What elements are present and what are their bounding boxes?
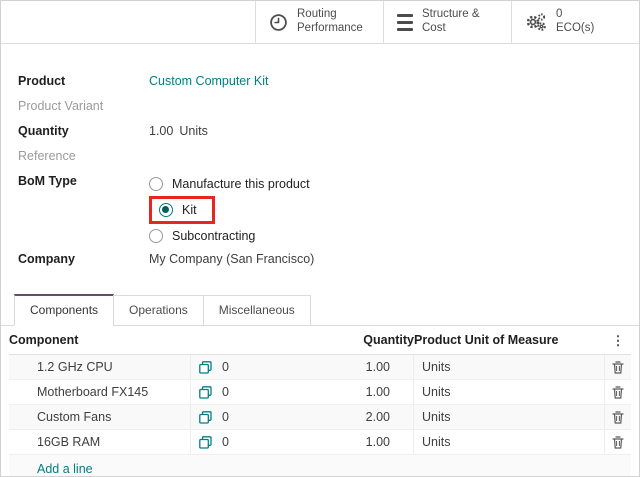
trash-icon[interactable] [612, 361, 624, 374]
component-name[interactable]: 16GB RAM [9, 430, 191, 454]
radio-selected-icon[interactable] [159, 203, 173, 217]
component-quantity[interactable]: 1.00 [241, 430, 414, 454]
variant-count: 0 [222, 360, 229, 374]
variant-count: 0 [222, 435, 229, 449]
product-field-row: Product Custom Computer Kit [18, 74, 623, 89]
component-name[interactable]: 1.2 GHz CPU [9, 355, 191, 379]
company-value[interactable]: My Company (San Francisco) [149, 252, 314, 266]
structure-cost-label: Structure & Cost [422, 8, 480, 35]
radio-option-kit[interactable]: Kit [159, 201, 197, 219]
tab-bar: Components Operations Miscellaneous [1, 294, 639, 326]
gears-icon [525, 12, 547, 32]
eco-button[interactable]: 0 ECO(s) [511, 1, 639, 43]
tab-miscellaneous[interactable]: Miscellaneous [203, 295, 311, 326]
add-a-line-link[interactable]: Add a line [37, 462, 93, 476]
copy-icon[interactable] [199, 411, 212, 424]
tab-operations[interactable]: Operations [113, 295, 204, 326]
company-field-row: Company My Company (San Francisco) [18, 252, 623, 267]
add-line-row: Add a line [9, 455, 631, 477]
radio-option-kit-label: Kit [182, 203, 197, 217]
component-quantity[interactable]: 1.00 [241, 355, 414, 379]
kit-highlight-box: Kit [149, 196, 215, 224]
radio-unselected-icon[interactable] [149, 229, 163, 243]
quantity-value[interactable]: 1.00 [149, 124, 173, 138]
radio-option-subcontracting-label: Subcontracting [172, 229, 255, 243]
component-uom[interactable]: Units [414, 380, 605, 404]
trash-icon[interactable] [612, 386, 624, 399]
copy-icon[interactable] [199, 361, 212, 374]
column-header-component[interactable]: Component [9, 326, 191, 354]
product-variant-label: Product Variant [18, 99, 149, 113]
product-value-link[interactable]: Custom Computer Kit [149, 74, 268, 88]
smart-button-bar: Routing Performance Structure & Cost [1, 1, 639, 44]
tab-components[interactable]: Components [14, 294, 114, 326]
component-uom[interactable]: Units [414, 355, 605, 379]
quantity-unit[interactable]: Units [179, 124, 207, 138]
reference-label: Reference [18, 149, 149, 163]
trash-icon[interactable] [612, 411, 624, 424]
copy-icon[interactable] [199, 386, 212, 399]
radio-unselected-icon[interactable] [149, 177, 163, 191]
component-quantity[interactable]: 2.00 [241, 405, 414, 429]
radio-option-manufacture[interactable]: Manufacture this product [149, 174, 310, 194]
component-quantity[interactable]: 1.00 [241, 380, 414, 404]
bars-icon [397, 12, 413, 33]
component-uom[interactable]: Units [414, 405, 605, 429]
component-name[interactable]: Motherboard FX145 [9, 380, 191, 404]
structure-cost-button[interactable]: Structure & Cost [383, 1, 511, 43]
column-header-quantity[interactable]: Quantity [241, 326, 414, 354]
table-row[interactable]: Motherboard FX145 0 1.00 Units [9, 380, 631, 405]
bom-type-radio-group: Manufacture this product Kit Subcontract… [149, 174, 310, 246]
product-variant-field-row: Product Variant [18, 99, 623, 114]
table-row[interactable]: 16GB RAM 0 1.00 Units [9, 430, 631, 455]
trash-icon[interactable] [612, 436, 624, 449]
variant-count: 0 [222, 385, 229, 399]
copy-icon[interactable] [199, 436, 212, 449]
kebab-icon: ⋮ [612, 334, 625, 347]
components-table-header: Component Quantity Product Unit of Measu… [9, 326, 631, 355]
eco-count-label: 0 ECO(s) [556, 8, 594, 35]
product-label: Product [18, 74, 149, 88]
component-name[interactable]: Custom Fans [9, 405, 191, 429]
reference-field-row: Reference [18, 149, 623, 164]
bom-type-label: BoM Type [18, 174, 149, 188]
clock-icon [269, 13, 288, 32]
variant-count: 0 [222, 410, 229, 424]
column-header-uom[interactable]: Product Unit of Measure [414, 326, 605, 354]
routing-performance-label: Routing Performance [297, 8, 363, 35]
routing-performance-button[interactable]: Routing Performance [255, 1, 383, 43]
table-row[interactable]: Custom Fans 0 2.00 Units [9, 405, 631, 430]
company-label: Company [18, 252, 149, 266]
optional-columns-toggle[interactable]: ⋮ [605, 327, 631, 354]
components-table: Component Quantity Product Unit of Measu… [9, 326, 631, 477]
quantity-label: Quantity [18, 124, 149, 138]
notebook: Components Operations Miscellaneous Comp… [1, 294, 639, 477]
bom-type-field-row: BoM Type Manufacture this product Kit Su… [18, 174, 623, 246]
column-header-spacer [191, 333, 241, 347]
topbar-spacer [1, 1, 255, 43]
radio-option-subcontracting[interactable]: Subcontracting [149, 226, 310, 246]
component-uom[interactable]: Units [414, 430, 605, 454]
bom-form-window: Routing Performance Structure & Cost [0, 0, 640, 477]
radio-option-manufacture-label: Manufacture this product [172, 177, 310, 191]
bom-form-sheet: Product Custom Computer Kit Product Vari… [1, 44, 639, 277]
table-row[interactable]: 1.2 GHz CPU 0 1.00 Units [9, 355, 631, 380]
quantity-field-row: Quantity 1.00 Units [18, 124, 623, 139]
